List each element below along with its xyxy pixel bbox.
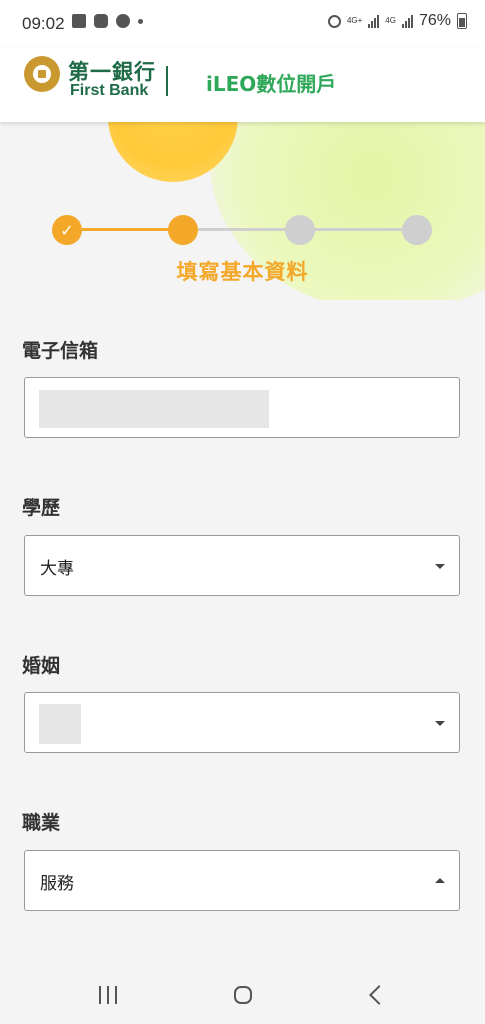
step-title: 填寫基本資料	[176, 260, 309, 284]
header-divider	[166, 66, 168, 96]
system-nav-bar	[0, 966, 485, 1024]
step-connector	[314, 228, 404, 231]
home-button[interactable]	[223, 980, 263, 1010]
app-icon	[116, 14, 130, 28]
dropdown-arrow-up-icon	[435, 878, 445, 883]
occupation-select[interactable]: 服務	[24, 850, 460, 911]
education-label: 學歷	[22, 497, 61, 519]
system-icons: 4G+ 4G 76%	[327, 12, 467, 30]
step-3-pending	[285, 215, 315, 245]
app-header: 第一銀行 First Bank iLEO數位開戶	[0, 48, 485, 122]
network-type-1: 4G+	[346, 16, 363, 25]
status-bar: 09:02 4G+ 4G 76%	[0, 0, 485, 48]
back-icon	[369, 985, 389, 1005]
email-label: 電子信箱	[22, 340, 99, 362]
signal-icon	[368, 14, 380, 28]
step-connector	[198, 228, 288, 231]
notification-icons	[72, 14, 143, 28]
redacted-value	[39, 390, 269, 428]
occupation-label: 職業	[22, 812, 61, 834]
step-2-current	[168, 215, 198, 245]
signal-icon	[401, 14, 413, 28]
education-select[interactable]: 大專	[24, 535, 460, 596]
back-button[interactable]	[356, 980, 396, 1010]
network-type-2: 4G	[385, 16, 396, 25]
marital-select[interactable]	[24, 692, 460, 753]
bank-name-en: First Bank	[70, 82, 149, 99]
occupation-value: 服務	[40, 874, 74, 894]
product-title: iLEO數位開戶	[206, 72, 337, 96]
step-1-complete: ✓	[52, 215, 82, 245]
message-icon	[94, 14, 108, 28]
gallery-icon	[72, 14, 86, 28]
alarm-icon	[327, 14, 341, 28]
email-field[interactable]	[24, 377, 460, 438]
progress-stepper: ✓	[0, 212, 485, 252]
more-notifications-icon	[138, 18, 143, 24]
step-connector	[82, 228, 172, 231]
dropdown-arrow-icon	[435, 564, 445, 569]
battery-percent: 76%	[418, 12, 451, 29]
checkmark-icon: ✓	[60, 220, 74, 240]
status-time: 09:02	[22, 14, 65, 33]
redacted-value	[39, 704, 81, 744]
battery-icon	[457, 13, 467, 29]
recent-apps-button[interactable]	[88, 980, 128, 1010]
marital-label: 婚姻	[22, 655, 61, 677]
bank-logo-icon	[24, 56, 60, 92]
step-4-pending	[402, 215, 432, 245]
dropdown-arrow-icon	[435, 721, 445, 726]
home-icon	[234, 986, 252, 1004]
education-value: 大專	[40, 559, 74, 579]
